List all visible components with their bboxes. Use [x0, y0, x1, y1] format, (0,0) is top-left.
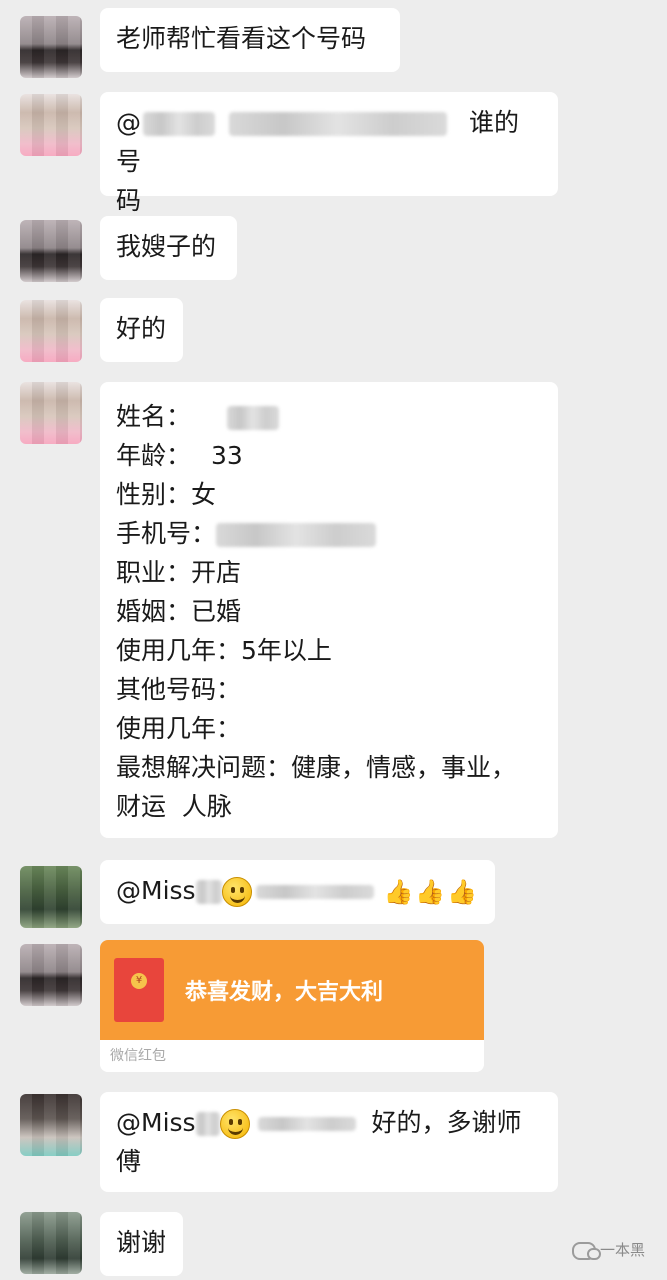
message-bubble[interactable]: 好的	[100, 298, 183, 362]
avatar[interactable]	[20, 1212, 82, 1274]
avatar[interactable]	[20, 1094, 82, 1156]
message-bubble[interactable]: @ 谁的号 码	[100, 92, 558, 215]
thumbs-up-icon: 👍	[383, 877, 414, 906]
message-text: 好的	[116, 314, 167, 343]
message-bubble[interactable]: @Miss 好的，多谢师 傅	[100, 1092, 558, 1192]
avatar[interactable]	[20, 16, 82, 78]
redacted-text	[257, 1117, 356, 1131]
smile-emoji-icon	[219, 1109, 250, 1139]
info-line: 使用几年：5年以上	[116, 636, 332, 665]
message-bubble[interactable]: 姓名： 年龄： 33 性别：女 手机号： 职业：开店 婚姻：已婚 使用几年：5年以…	[100, 382, 558, 838]
red-envelope-icon: ¥	[114, 958, 164, 1022]
avatar[interactable]	[20, 94, 82, 156]
message-text: 谢谢	[116, 1228, 167, 1257]
avatar[interactable]	[20, 220, 82, 282]
info-line: 财运 人脉	[116, 792, 232, 821]
thumbs-up-icon: 👍	[447, 877, 478, 906]
redacted-name	[195, 880, 222, 904]
info-line: 职业：开店	[116, 558, 242, 587]
smile-emoji-icon	[221, 877, 252, 907]
message-text: 好的，多谢师	[371, 1108, 522, 1137]
info-line: 性别：女	[116, 480, 217, 509]
info-line: 手机号：	[116, 514, 542, 553]
avatar[interactable]	[20, 866, 82, 928]
redacted-number	[229, 112, 447, 136]
redacted-name	[195, 1112, 220, 1136]
message-bubble[interactable]: 我嫂子的	[100, 216, 237, 280]
info-line: 最想解决问题：健康，情感，事业，	[116, 753, 517, 782]
message-bubble[interactable]: 老师帮忙看看这个号码	[100, 8, 400, 72]
message-bubble[interactable]: 谢谢	[100, 1212, 183, 1276]
info-line: 姓名：	[116, 397, 542, 436]
watermark: 一本黑	[571, 1239, 645, 1260]
avatar[interactable]	[20, 300, 82, 362]
red-packet-label: 微信红包	[100, 1040, 484, 1072]
info-line: 使用几年：	[116, 714, 242, 743]
thumbs-up-icon: 👍	[415, 877, 446, 906]
redacted-text	[255, 885, 374, 899]
red-packet-body: ¥ 恭喜发财，大吉大利	[100, 940, 484, 1040]
mention-prefix: @Miss	[116, 876, 196, 905]
red-packet-greeting: 恭喜发财，大吉大利	[185, 980, 384, 1005]
redacted-name	[143, 112, 215, 136]
wechat-logo-icon	[571, 1241, 601, 1260]
redacted-name	[227, 406, 280, 430]
info-line: 婚姻：已婚	[116, 597, 242, 626]
message-bubble[interactable]: @Miss 👍👍👍	[100, 860, 495, 924]
info-line: 其他号码：	[116, 675, 242, 704]
redacted-phone	[216, 523, 377, 547]
message-text: 我嫂子的	[116, 232, 217, 261]
mention-prefix: @	[116, 108, 141, 137]
message-text: 老师帮忙看看这个号码	[116, 24, 367, 53]
info-line: 年龄： 33	[116, 441, 243, 470]
avatar[interactable]	[20, 944, 82, 1006]
mention-prefix: @Miss	[116, 1108, 196, 1137]
red-packet-card[interactable]: ¥ 恭喜发财，大吉大利 微信红包	[100, 940, 484, 1072]
message-text: 码	[116, 186, 142, 215]
message-text: 傅	[116, 1147, 142, 1176]
avatar[interactable]	[20, 382, 82, 444]
